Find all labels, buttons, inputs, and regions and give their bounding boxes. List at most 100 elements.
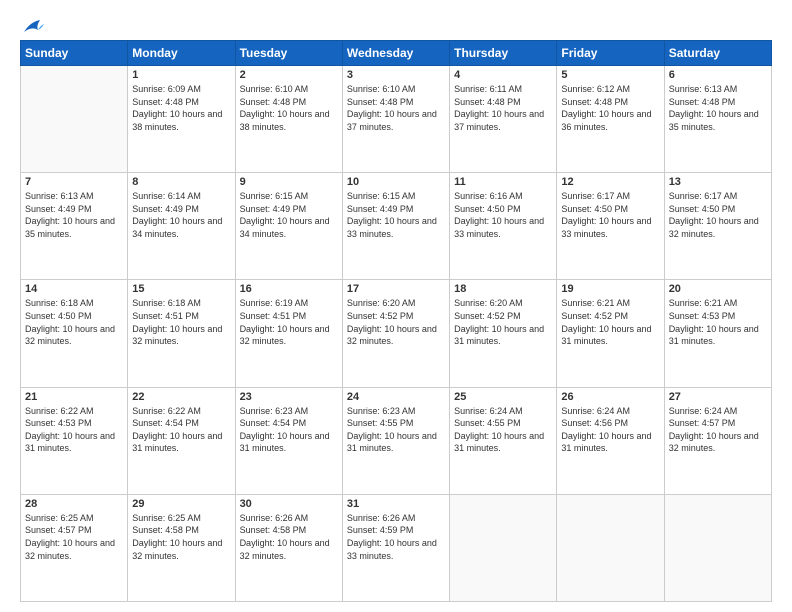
calendar-week-row: 28 Sunrise: 6:25 AMSunset: 4:57 PMDaylig… <box>21 494 772 601</box>
day-info: Sunrise: 6:26 AMSunset: 4:58 PMDaylight:… <box>240 512 338 562</box>
calendar-week-row: 21 Sunrise: 6:22 AMSunset: 4:53 PMDaylig… <box>21 387 772 494</box>
calendar-table: SundayMondayTuesdayWednesdayThursdayFrid… <box>20 40 772 602</box>
calendar-cell: 8 Sunrise: 6:14 AMSunset: 4:49 PMDayligh… <box>128 173 235 280</box>
day-info: Sunrise: 6:14 AMSunset: 4:49 PMDaylight:… <box>132 190 230 240</box>
day-info: Sunrise: 6:16 AMSunset: 4:50 PMDaylight:… <box>454 190 552 240</box>
calendar-week-row: 14 Sunrise: 6:18 AMSunset: 4:50 PMDaylig… <box>21 280 772 387</box>
day-number: 12 <box>561 176 659 188</box>
day-info: Sunrise: 6:21 AMSunset: 4:52 PMDaylight:… <box>561 297 659 347</box>
day-number: 1 <box>132 69 230 81</box>
calendar-cell: 22 Sunrise: 6:22 AMSunset: 4:54 PMDaylig… <box>128 387 235 494</box>
calendar-cell: 31 Sunrise: 6:26 AMSunset: 4:59 PMDaylig… <box>342 494 449 601</box>
calendar-cell: 19 Sunrise: 6:21 AMSunset: 4:52 PMDaylig… <box>557 280 664 387</box>
calendar-cell: 25 Sunrise: 6:24 AMSunset: 4:55 PMDaylig… <box>450 387 557 494</box>
logo-bird-icon <box>22 18 44 36</box>
day-info: Sunrise: 6:18 AMSunset: 4:51 PMDaylight:… <box>132 297 230 347</box>
page: SundayMondayTuesdayWednesdayThursdayFrid… <box>0 0 792 612</box>
calendar-cell: 16 Sunrise: 6:19 AMSunset: 4:51 PMDaylig… <box>235 280 342 387</box>
calendar-header-sunday: Sunday <box>21 41 128 66</box>
day-info: Sunrise: 6:18 AMSunset: 4:50 PMDaylight:… <box>25 297 123 347</box>
calendar-cell: 5 Sunrise: 6:12 AMSunset: 4:48 PMDayligh… <box>557 66 664 173</box>
day-number: 6 <box>669 69 767 81</box>
calendar-header-wednesday: Wednesday <box>342 41 449 66</box>
calendar-cell: 14 Sunrise: 6:18 AMSunset: 4:50 PMDaylig… <box>21 280 128 387</box>
day-number: 7 <box>25 176 123 188</box>
calendar-cell: 13 Sunrise: 6:17 AMSunset: 4:50 PMDaylig… <box>664 173 771 280</box>
calendar-header-friday: Friday <box>557 41 664 66</box>
day-info: Sunrise: 6:19 AMSunset: 4:51 PMDaylight:… <box>240 297 338 347</box>
day-number: 2 <box>240 69 338 81</box>
day-info: Sunrise: 6:17 AMSunset: 4:50 PMDaylight:… <box>669 190 767 240</box>
calendar-cell: 9 Sunrise: 6:15 AMSunset: 4:49 PMDayligh… <box>235 173 342 280</box>
day-info: Sunrise: 6:10 AMSunset: 4:48 PMDaylight:… <box>347 83 445 133</box>
day-info: Sunrise: 6:25 AMSunset: 4:58 PMDaylight:… <box>132 512 230 562</box>
day-info: Sunrise: 6:24 AMSunset: 4:57 PMDaylight:… <box>669 405 767 455</box>
day-number: 5 <box>561 69 659 81</box>
calendar-header-monday: Monday <box>128 41 235 66</box>
day-info: Sunrise: 6:13 AMSunset: 4:49 PMDaylight:… <box>25 190 123 240</box>
calendar-cell: 3 Sunrise: 6:10 AMSunset: 4:48 PMDayligh… <box>342 66 449 173</box>
calendar-header-saturday: Saturday <box>664 41 771 66</box>
day-number: 10 <box>347 176 445 188</box>
day-info: Sunrise: 6:17 AMSunset: 4:50 PMDaylight:… <box>561 190 659 240</box>
calendar-cell <box>450 494 557 601</box>
calendar-cell: 4 Sunrise: 6:11 AMSunset: 4:48 PMDayligh… <box>450 66 557 173</box>
calendar-cell: 21 Sunrise: 6:22 AMSunset: 4:53 PMDaylig… <box>21 387 128 494</box>
calendar-header-row: SundayMondayTuesdayWednesdayThursdayFrid… <box>21 41 772 66</box>
day-number: 28 <box>25 498 123 510</box>
calendar-cell: 28 Sunrise: 6:25 AMSunset: 4:57 PMDaylig… <box>21 494 128 601</box>
day-info: Sunrise: 6:13 AMSunset: 4:48 PMDaylight:… <box>669 83 767 133</box>
calendar-cell: 24 Sunrise: 6:23 AMSunset: 4:55 PMDaylig… <box>342 387 449 494</box>
day-number: 4 <box>454 69 552 81</box>
day-info: Sunrise: 6:24 AMSunset: 4:56 PMDaylight:… <box>561 405 659 455</box>
calendar-cell: 12 Sunrise: 6:17 AMSunset: 4:50 PMDaylig… <box>557 173 664 280</box>
day-number: 27 <box>669 391 767 403</box>
day-info: Sunrise: 6:10 AMSunset: 4:48 PMDaylight:… <box>240 83 338 133</box>
calendar-cell: 26 Sunrise: 6:24 AMSunset: 4:56 PMDaylig… <box>557 387 664 494</box>
calendar-cell: 29 Sunrise: 6:25 AMSunset: 4:58 PMDaylig… <box>128 494 235 601</box>
day-number: 30 <box>240 498 338 510</box>
day-info: Sunrise: 6:26 AMSunset: 4:59 PMDaylight:… <box>347 512 445 562</box>
calendar-cell: 18 Sunrise: 6:20 AMSunset: 4:52 PMDaylig… <box>450 280 557 387</box>
day-info: Sunrise: 6:25 AMSunset: 4:57 PMDaylight:… <box>25 512 123 562</box>
calendar-cell <box>557 494 664 601</box>
day-number: 24 <box>347 391 445 403</box>
day-number: 26 <box>561 391 659 403</box>
day-info: Sunrise: 6:23 AMSunset: 4:55 PMDaylight:… <box>347 405 445 455</box>
day-info: Sunrise: 6:15 AMSunset: 4:49 PMDaylight:… <box>347 190 445 240</box>
day-number: 25 <box>454 391 552 403</box>
day-info: Sunrise: 6:12 AMSunset: 4:48 PMDaylight:… <box>561 83 659 133</box>
day-number: 31 <box>347 498 445 510</box>
day-number: 29 <box>132 498 230 510</box>
calendar-week-row: 1 Sunrise: 6:09 AMSunset: 4:48 PMDayligh… <box>21 66 772 173</box>
day-number: 18 <box>454 283 552 295</box>
day-number: 17 <box>347 283 445 295</box>
calendar-header-thursday: Thursday <box>450 41 557 66</box>
day-number: 19 <box>561 283 659 295</box>
day-number: 23 <box>240 391 338 403</box>
day-info: Sunrise: 6:20 AMSunset: 4:52 PMDaylight:… <box>454 297 552 347</box>
calendar-cell: 30 Sunrise: 6:26 AMSunset: 4:58 PMDaylig… <box>235 494 342 601</box>
day-info: Sunrise: 6:11 AMSunset: 4:48 PMDaylight:… <box>454 83 552 133</box>
calendar-cell: 7 Sunrise: 6:13 AMSunset: 4:49 PMDayligh… <box>21 173 128 280</box>
calendar-week-row: 7 Sunrise: 6:13 AMSunset: 4:49 PMDayligh… <box>21 173 772 280</box>
day-number: 8 <box>132 176 230 188</box>
day-number: 16 <box>240 283 338 295</box>
day-number: 13 <box>669 176 767 188</box>
day-number: 22 <box>132 391 230 403</box>
day-number: 20 <box>669 283 767 295</box>
day-info: Sunrise: 6:22 AMSunset: 4:53 PMDaylight:… <box>25 405 123 455</box>
day-info: Sunrise: 6:20 AMSunset: 4:52 PMDaylight:… <box>347 297 445 347</box>
calendar-header-tuesday: Tuesday <box>235 41 342 66</box>
day-info: Sunrise: 6:15 AMSunset: 4:49 PMDaylight:… <box>240 190 338 240</box>
day-info: Sunrise: 6:09 AMSunset: 4:48 PMDaylight:… <box>132 83 230 133</box>
calendar-cell: 11 Sunrise: 6:16 AMSunset: 4:50 PMDaylig… <box>450 173 557 280</box>
day-number: 14 <box>25 283 123 295</box>
calendar-cell <box>664 494 771 601</box>
calendar-cell <box>21 66 128 173</box>
day-info: Sunrise: 6:24 AMSunset: 4:55 PMDaylight:… <box>454 405 552 455</box>
calendar-cell: 1 Sunrise: 6:09 AMSunset: 4:48 PMDayligh… <box>128 66 235 173</box>
calendar-cell: 2 Sunrise: 6:10 AMSunset: 4:48 PMDayligh… <box>235 66 342 173</box>
calendar-cell: 23 Sunrise: 6:23 AMSunset: 4:54 PMDaylig… <box>235 387 342 494</box>
day-info: Sunrise: 6:21 AMSunset: 4:53 PMDaylight:… <box>669 297 767 347</box>
